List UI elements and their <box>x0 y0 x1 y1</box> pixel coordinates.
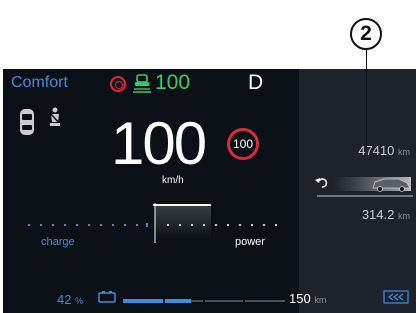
callout-marker: 2 <box>350 18 382 50</box>
range-value: 314.2 <box>361 207 395 222</box>
speed-value: 100 <box>111 110 207 177</box>
range-unit: km <box>398 211 410 221</box>
speed-unit: km/h <box>162 175 184 186</box>
range-readout: 314.2 km <box>362 207 410 222</box>
gauge-charge-label: charge <box>41 236 75 248</box>
callout-number: 2 <box>360 22 372 45</box>
battery-percent: 42 % <box>57 292 83 307</box>
range-car-icon <box>315 177 413 197</box>
odometer-unit: km <box>398 147 410 157</box>
battery-icon <box>98 291 116 303</box>
trip-info-overlay: 47410 km 314.2 km <box>299 69 416 313</box>
speed-limit-sign: 100 <box>227 128 259 160</box>
battery-level-bar <box>123 299 285 303</box>
battery-percent-value: 42 <box>57 292 72 307</box>
driving-assistance-icon <box>133 74 151 93</box>
seatbelt-icon <box>49 107 61 126</box>
gear-indicator: D <box>248 71 264 94</box>
drive-mode-label[interactable]: Comfort <box>11 74 68 92</box>
steering-warning-icon <box>110 76 126 92</box>
battery-percent-unit: % <box>75 296 84 306</box>
gauge-power-label: power <box>235 236 265 248</box>
set-speed-value: 100 <box>155 71 191 94</box>
instrument-cluster-screen: Comfort 100 D 100 km/h 100 charge power … <box>3 69 416 313</box>
car-top-view-icon <box>20 109 34 135</box>
callout-leader-line <box>366 50 367 149</box>
battery-range-unit: km <box>314 295 327 305</box>
regen-brake-icon <box>383 290 409 304</box>
odometer-value: 47410 <box>358 143 395 158</box>
battery-range-readout: 150 km <box>289 291 326 306</box>
speed-limit-value: 100 <box>232 137 254 151</box>
battery-range-value: 150 <box>289 291 311 306</box>
